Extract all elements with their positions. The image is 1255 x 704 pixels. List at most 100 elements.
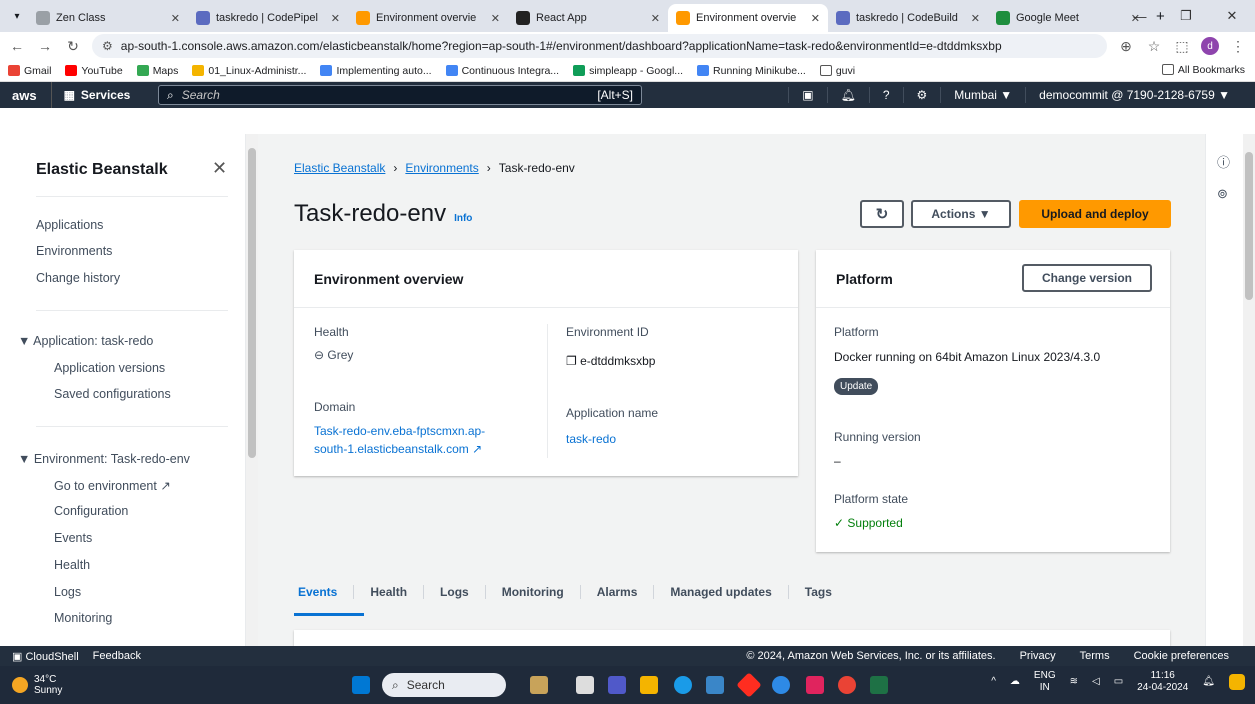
browser-tab[interactable]: React App ✕ <box>508 4 668 32</box>
help-icon[interactable]: ? <box>868 87 903 103</box>
widgets-icon[interactable] <box>530 676 548 694</box>
info-link[interactable]: Info <box>454 213 472 224</box>
info-panel-icon[interactable]: ⓘ <box>1217 152 1230 171</box>
privacy-link[interactable]: Privacy <box>1020 650 1056 662</box>
sidebar-item-change-history[interactable]: Change history <box>36 271 120 285</box>
upload-and-deploy-button[interactable]: Upload and deploy <box>1019 200 1171 228</box>
browser-tab[interactable]: taskredo | CodeBuild ✕ <box>828 4 988 32</box>
sidebar-item-go-to-environment[interactable]: Go to environment ↗ <box>54 478 171 493</box>
tab-close-icon[interactable]: ✕ <box>491 12 500 25</box>
browser-tab[interactable]: Environment overvie ✕ <box>348 4 508 32</box>
browser-menu-icon[interactable]: ⋮ <box>1229 38 1247 55</box>
excel-icon[interactable] <box>870 676 888 694</box>
notifications-bell-icon[interactable]: 🔔︎ <box>826 87 869 103</box>
tab-close-icon[interactable]: ✕ <box>331 12 340 25</box>
task-view-icon[interactable] <box>576 676 594 694</box>
feedback-icon[interactable]: ⊚ <box>1217 186 1228 202</box>
tab-search-icon[interactable]: ▾ <box>6 11 28 22</box>
language-indicator[interactable]: ENG IN <box>1034 670 1056 694</box>
copilot-icon[interactable] <box>1229 674 1245 690</box>
teams-icon[interactable] <box>608 676 626 694</box>
bookmark-maps[interactable]: Maps <box>136 65 178 77</box>
browser-tab[interactable]: taskredo | CodePipel ✕ <box>188 4 348 32</box>
tab-tags[interactable]: Tags <box>787 585 848 599</box>
store-icon[interactable] <box>706 676 724 694</box>
tab-alarms[interactable]: Alarms <box>579 585 654 599</box>
chrome-icon[interactable] <box>838 676 856 694</box>
services-menu[interactable]: ▦ Services <box>52 88 143 102</box>
bookmark-gmail[interactable]: Gmail <box>8 65 51 77</box>
application-name-link[interactable]: task-redo <box>566 430 616 448</box>
sidebar-item-application-versions[interactable]: Application versions <box>54 361 165 375</box>
forward-icon[interactable]: → <box>36 38 54 54</box>
sidebar-scrollbar[interactable] <box>246 134 258 646</box>
browser-tab-active[interactable]: Environment overvie ✕ <box>668 4 828 32</box>
extensions-icon[interactable]: ⬚ <box>1173 38 1191 55</box>
change-version-button[interactable]: Change version <box>1022 264 1152 292</box>
tab-close-icon[interactable]: ✕ <box>171 12 180 25</box>
restore-icon[interactable]: ❐ <box>1163 8 1209 24</box>
tab-close-icon[interactable]: ✕ <box>971 12 980 25</box>
cloudshell-button[interactable]: ▣ CloudShell <box>12 650 79 663</box>
bookmark-drive[interactable]: simpleapp - Googl... <box>573 65 683 77</box>
sidebar-item-environments[interactable]: Environments <box>36 244 112 258</box>
aws-search-input[interactable]: ⌕ Search [Alt+S] <box>158 85 642 105</box>
tab-close-icon[interactable]: ✕ <box>811 12 820 25</box>
taskbar-search[interactable]: ⌕ Search <box>382 673 506 697</box>
domain-link[interactable]: Task-redo-env.eba-fptscmxn.ap- south-1.e… <box>314 422 485 458</box>
breadcrumb-environments[interactable]: Environments <box>405 161 478 175</box>
zoom-icon[interactable]: ⊕ <box>1117 38 1135 55</box>
profile-avatar[interactable]: d <box>1201 37 1219 55</box>
tab-managed-updates[interactable]: Managed updates <box>653 585 787 599</box>
copy-icon[interactable]: ❐ <box>566 354 577 368</box>
back-icon[interactable]: ← <box>8 38 26 54</box>
sidebar-item-events[interactable]: Events <box>54 531 92 545</box>
tab-monitoring[interactable]: Monitoring <box>484 585 580 599</box>
reload-icon[interactable]: ↻ <box>64 38 82 55</box>
tab-logs[interactable]: Logs <box>423 585 485 599</box>
battery-icon[interactable]: ▭ <box>1114 676 1123 688</box>
notification-bell-icon[interactable]: 🔔︎ <box>1202 676 1215 688</box>
cookie-preferences-link[interactable]: Cookie preferences <box>1134 650 1229 662</box>
account-menu[interactable]: democommit @ 7190-2128-6759 ▼ <box>1025 87 1243 103</box>
bookmark-folder[interactable]: 01_Linux-Administr... <box>192 65 306 77</box>
sidebar-item-logs[interactable]: Logs <box>54 585 81 599</box>
browser-tab[interactable]: Zen Class ✕ <box>28 4 188 32</box>
url-field[interactable]: ⚙ ap-south-1.console.aws.amazon.com/elas… <box>92 34 1107 58</box>
weather-widget[interactable]: 34°C Sunny <box>0 674 62 696</box>
bookmark-doc[interactable]: Running Minikube... <box>697 65 806 77</box>
breadcrumb-elastic-beanstalk[interactable]: Elastic Beanstalk <box>294 161 385 175</box>
bookmark-doc[interactable]: Implementing auto... <box>320 65 432 77</box>
close-window-icon[interactable]: ✕ <box>1209 8 1255 24</box>
file-explorer-icon[interactable] <box>640 676 658 694</box>
tab-close-icon[interactable]: ✕ <box>651 12 660 25</box>
aws-logo[interactable]: aws <box>0 82 52 108</box>
app-icon[interactable] <box>806 676 824 694</box>
environment-id-value[interactable]: ❐ e-dtddmksxbp <box>566 354 655 368</box>
bookmark-youtube[interactable]: YouTube <box>65 65 123 77</box>
cloudshell-icon[interactable]: ▣ <box>788 87 826 103</box>
feedback-link[interactable]: Feedback <box>93 650 141 662</box>
terms-link[interactable]: Terms <box>1080 650 1110 662</box>
bookmark-star-icon[interactable]: ☆ <box>1145 38 1163 55</box>
scroll-thumb[interactable] <box>1245 152 1253 300</box>
sidebar-section-application[interactable]: ▼ Application: task-redo <box>18 334 153 348</box>
git-icon[interactable] <box>736 672 762 698</box>
windows-start-icon[interactable] <box>352 676 370 694</box>
sidebar-item-applications[interactable]: Applications <box>36 218 103 232</box>
refresh-button[interactable]: ↻ <box>860 200 904 228</box>
actions-button[interactable]: Actions ▼ <box>911 200 1011 228</box>
all-bookmarks[interactable]: All Bookmarks <box>1161 64 1245 76</box>
sidebar-item-configuration[interactable]: Configuration <box>54 504 128 518</box>
clock[interactable]: 11:16 24-04-2024 <box>1137 670 1188 694</box>
volume-icon[interactable]: ◁ <box>1092 676 1100 688</box>
edge-icon[interactable] <box>674 676 692 694</box>
region-selector[interactable]: Mumbai ▼ <box>940 87 1025 103</box>
page-scrollbar[interactable] <box>1243 134 1255 646</box>
sidebar-item-health[interactable]: Health <box>54 558 90 572</box>
bookmark-folder[interactable]: guvi <box>819 65 855 77</box>
sidebar-item-saved-configurations[interactable]: Saved configurations <box>54 387 171 401</box>
wifi-icon[interactable]: ≋ <box>1070 676 1078 688</box>
bookmark-doc[interactable]: Continuous Integra... <box>445 65 559 77</box>
scroll-thumb[interactable] <box>248 148 256 458</box>
